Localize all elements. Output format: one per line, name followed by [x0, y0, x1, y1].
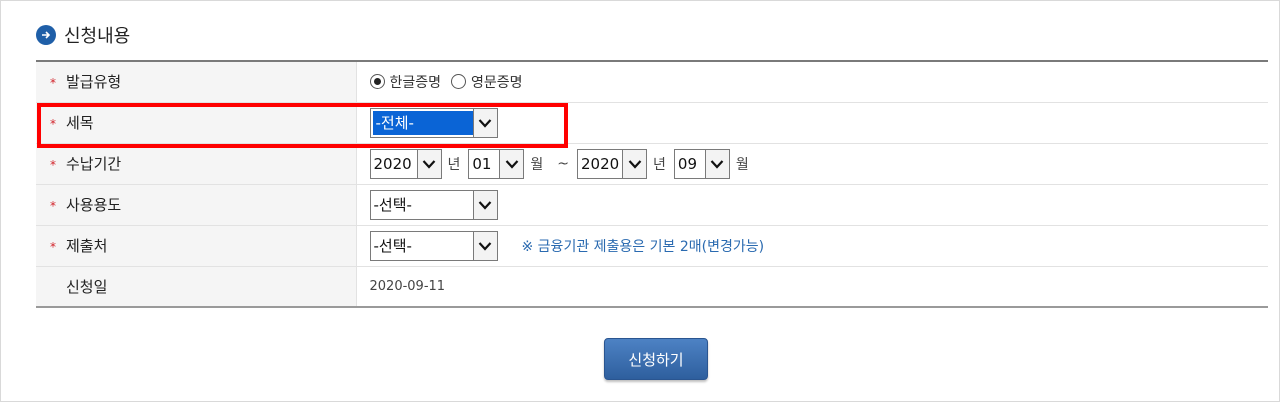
value-apply-date: 2020-09-11 — [356, 266, 1268, 307]
section-title: 신청내용 — [64, 26, 131, 47]
chevron-down-icon[interactable] — [416, 149, 441, 178]
apply-date-value: 2020-09-11 — [369, 279, 446, 295]
month-unit: 월 — [530, 156, 544, 173]
year-unit: 년 — [447, 156, 461, 173]
row-usage: * 사용용도 -선택- — [36, 184, 1268, 226]
to-month-select[interactable]: 09 — [673, 148, 730, 179]
row-issue-type: * 발급유형 한글증명 영문증명 — [36, 61, 1268, 103]
from-year-select[interactable]: 2020 — [369, 148, 442, 179]
tax-item-label: 세목 — [66, 114, 94, 132]
recipient-label: 제출처 — [66, 237, 108, 255]
value-usage: -선택- — [356, 184, 1268, 226]
application-form: * 발급유형 한글증명 영문증명 * 세목 -전체- * 수납기간 2020 년… — [36, 60, 1268, 308]
arrow-circle-icon — [36, 25, 56, 45]
required-mark: * — [50, 240, 56, 254]
row-tax-item: * 세목 -전체- — [36, 102, 1268, 144]
period-label: 수납기간 — [66, 155, 122, 173]
to-month-value: 09 — [677, 154, 697, 173]
chevron-down-icon[interactable] — [622, 149, 647, 178]
to-year-select[interactable]: 2020 — [577, 148, 648, 179]
radio-korean-label[interactable]: 한글증명 — [390, 72, 442, 92]
label-period: * 수납기간 — [36, 143, 357, 185]
range-tilde: ~ — [557, 155, 570, 172]
value-tax-item: -전체- — [356, 102, 1268, 144]
month-unit: 월 — [735, 156, 749, 173]
to-year-value: 2020 — [581, 154, 620, 173]
required-mark: * — [50, 199, 56, 213]
chevron-down-icon[interactable] — [499, 149, 524, 178]
recipient-note: ※ 금융기관 제출용은 기본 2매(변경가능) — [521, 238, 765, 255]
submit-button[interactable]: 신청하기 — [604, 338, 708, 380]
usage-value: -선택- — [373, 196, 412, 214]
required-mark: * — [50, 158, 56, 172]
recipient-value: -선택- — [373, 237, 412, 255]
chevron-down-icon[interactable] — [472, 190, 497, 219]
label-apply-date: 신청일 — [36, 266, 357, 307]
tax-item-select[interactable]: -전체- — [369, 107, 498, 138]
usage-label: 사용용도 — [66, 196, 122, 214]
required-mark: * — [50, 76, 56, 91]
radio-selected-dot — [373, 78, 381, 86]
tax-item-value: -전체- — [372, 110, 473, 135]
value-issue-type: 한글증명 영문증명 — [356, 61, 1268, 103]
chevron-down-icon[interactable] — [472, 231, 497, 260]
apply-date-label: 신청일 — [66, 277, 108, 296]
from-month-value: 01 — [472, 154, 492, 173]
from-year-value: 2020 — [373, 154, 412, 173]
label-tax-item: * 세목 — [36, 102, 357, 144]
section-header: 신청내용 — [36, 22, 130, 48]
radio-english-label[interactable]: 영문증명 — [471, 72, 523, 92]
row-apply-date: 신청일 2020-09-11 — [36, 266, 1268, 307]
label-usage: * 사용용도 — [36, 184, 357, 226]
value-period: 2020 년 01 월 ~ 2020 년 09 월 — [356, 143, 1268, 185]
recipient-select[interactable]: -선택- — [369, 230, 498, 261]
label-recipient: * 제출처 — [36, 225, 357, 267]
radio-english[interactable] — [451, 74, 467, 90]
radio-korean[interactable] — [369, 74, 385, 90]
required-mark: * — [50, 117, 56, 131]
row-recipient: * 제출처 -선택- ※ 금융기관 제출용은 기본 2매(변경가능) — [36, 225, 1268, 267]
row-period: * 수납기간 2020 년 01 월 ~ 2020 년 09 월 — [36, 143, 1268, 185]
value-recipient: -선택- ※ 금융기관 제출용은 기본 2매(변경가능) — [356, 225, 1268, 267]
issue-type-label: 발급유형 — [66, 73, 122, 92]
label-issue-type: * 발급유형 — [36, 61, 357, 103]
year-unit: 년 — [653, 156, 666, 173]
usage-select[interactable]: -선택- — [369, 189, 498, 220]
from-month-select[interactable]: 01 — [468, 148, 525, 179]
chevron-down-icon[interactable] — [704, 149, 729, 178]
chevron-down-icon[interactable] — [472, 108, 497, 137]
